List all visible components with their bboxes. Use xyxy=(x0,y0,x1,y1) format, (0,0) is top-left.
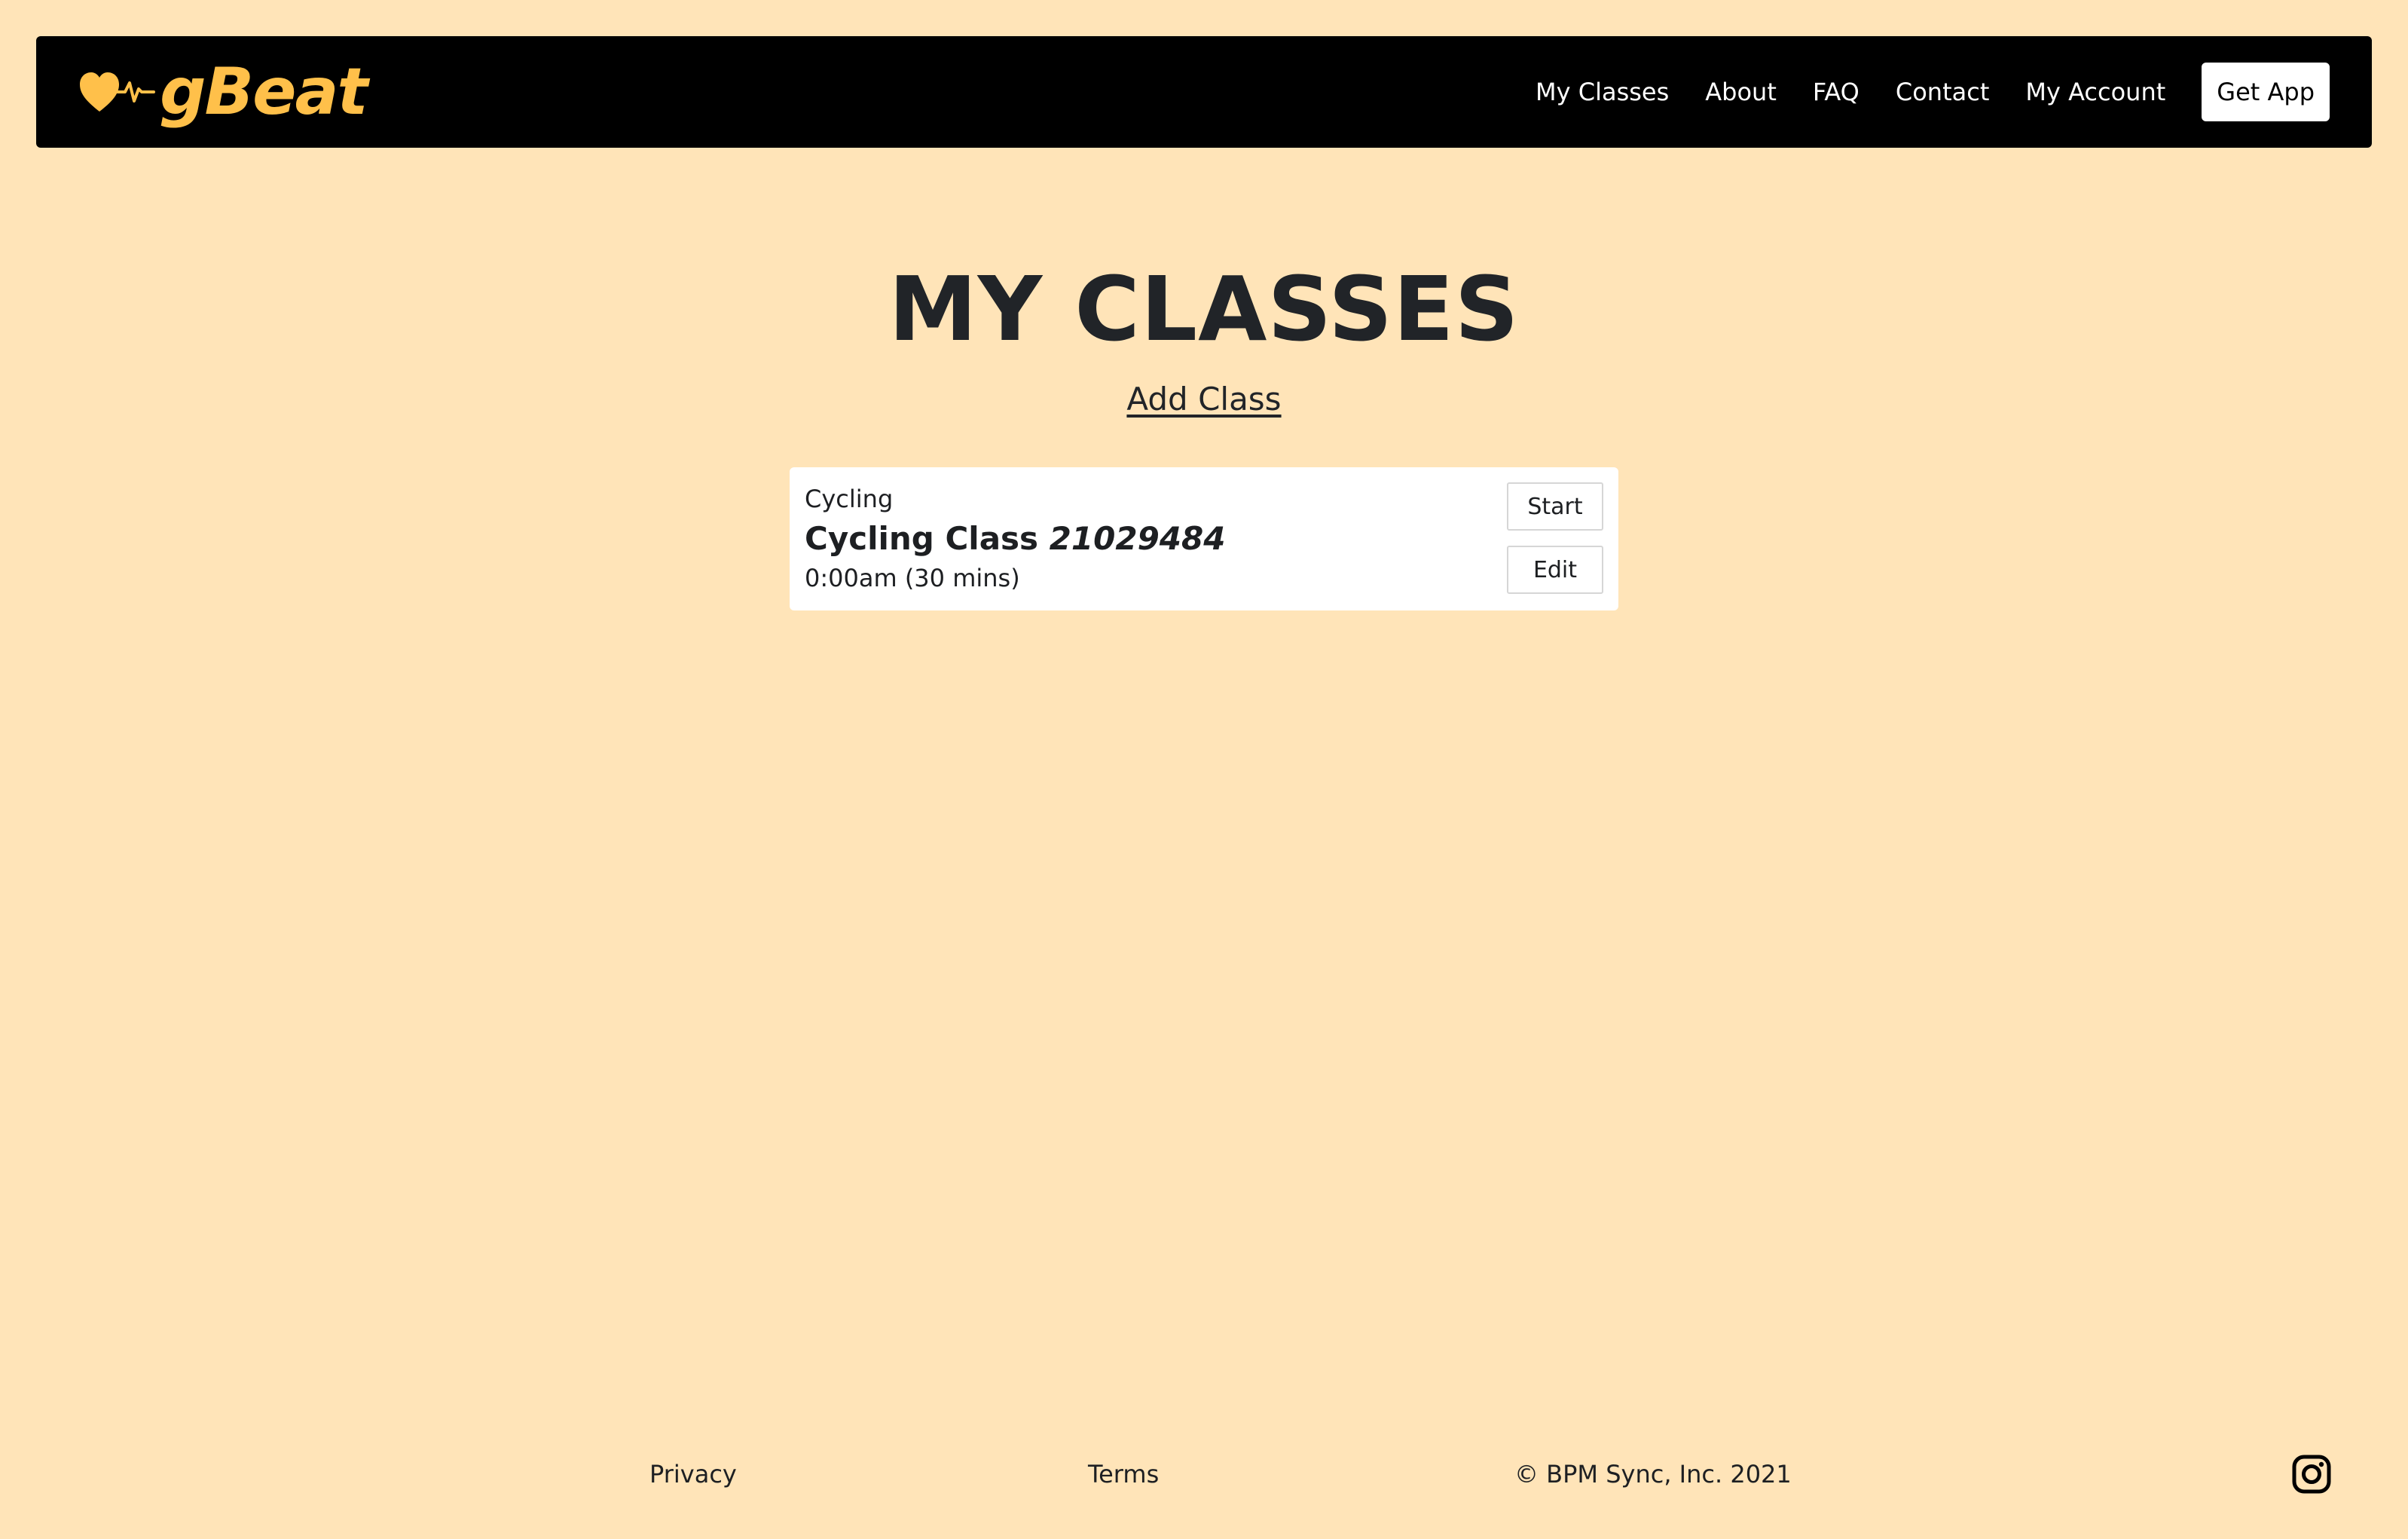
class-number: 21029484 xyxy=(1049,520,1226,557)
class-category: Cycling xyxy=(805,485,894,513)
edit-button[interactable]: Edit xyxy=(1507,546,1603,594)
add-class-link[interactable]: Add Class xyxy=(1126,381,1281,418)
start-button[interactable]: Start xyxy=(1507,482,1603,531)
nav-my-classes[interactable]: My Classes xyxy=(1536,78,1669,106)
class-card: Cycling Cycling Class 21029484 0:00am (3… xyxy=(790,467,1618,610)
class-title: Cycling Class 21029484 xyxy=(805,519,1225,559)
add-class-row: Add Class xyxy=(0,377,2408,422)
brand-name: gBeat xyxy=(160,54,368,130)
brand-logo[interactable]: gBeat xyxy=(78,51,368,133)
copyright-text: © BPM Sync, Inc. 2021 xyxy=(1514,1460,1792,1489)
terms-link[interactable]: Terms xyxy=(1088,1456,1159,1492)
heart-pulse-icon xyxy=(80,72,155,112)
nav-faq[interactable]: FAQ xyxy=(1813,78,1859,106)
class-time: 0:00am (30 mins) xyxy=(805,564,1020,592)
nav-my-account[interactable]: My Account xyxy=(2025,78,2165,106)
get-app-button[interactable]: Get App xyxy=(2202,63,2330,121)
instagram-icon[interactable] xyxy=(2292,1455,2331,1494)
class-name: Cycling Class xyxy=(805,520,1039,557)
main-nav: My Classes About FAQ Contact My Account … xyxy=(1536,36,2330,148)
page-title: MY CLASSES xyxy=(888,257,1520,361)
top-navbar: gBeat My Classes About FAQ Contact My Ac… xyxy=(36,36,2372,148)
privacy-link[interactable]: Privacy xyxy=(649,1456,737,1492)
nav-about[interactable]: About xyxy=(1705,78,1777,106)
nav-contact[interactable]: Contact xyxy=(1896,78,1990,106)
